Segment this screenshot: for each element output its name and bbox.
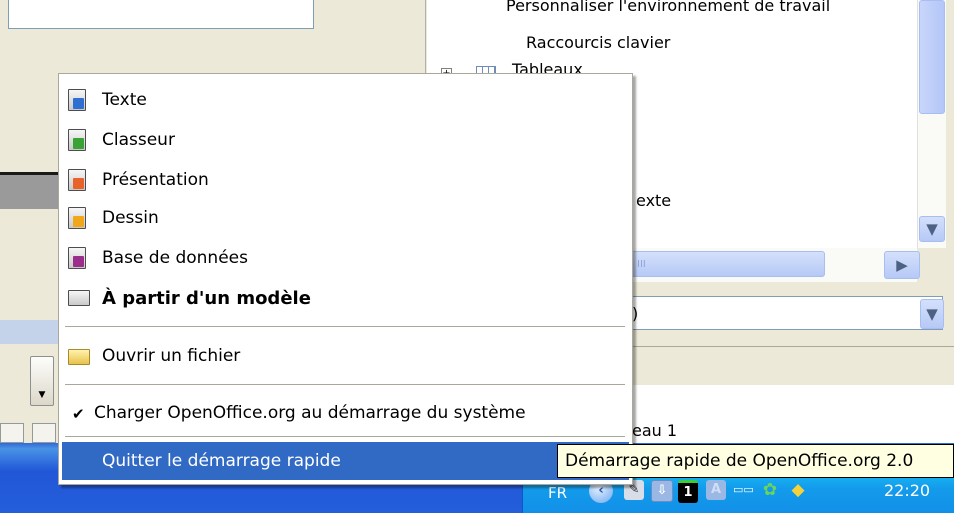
horizontal-scroll-thumb[interactable]: III bbox=[630, 251, 825, 277]
menu-item-database[interactable]: Base de données bbox=[62, 239, 629, 277]
tree-item[interactable]: Raccourcis clavier bbox=[526, 33, 670, 52]
menu-item-label: Quitter le démarrage rapide bbox=[102, 451, 341, 471]
connection-icon[interactable]: ✿ bbox=[760, 480, 780, 500]
menu-item-label: Dessin bbox=[102, 208, 159, 228]
menu-item-label: Présentation bbox=[102, 170, 209, 190]
menu-separator bbox=[65, 384, 625, 385]
menu-item-label: Charger OpenOffice.org au démarrage du s… bbox=[94, 403, 526, 423]
menu-item-open-file[interactable]: Ouvrir un fichier bbox=[62, 337, 629, 375]
left-tab-strip bbox=[0, 423, 62, 443]
impress-icon bbox=[68, 169, 86, 191]
menu-item-label: Classeur bbox=[102, 130, 175, 150]
checkmark-icon: ✔ bbox=[72, 405, 85, 423]
tree-item[interactable]: Personnaliser l'environnement de travail bbox=[506, 0, 830, 15]
menu-item-label: Ouvrir un fichier bbox=[102, 346, 241, 366]
left-tab[interactable] bbox=[0, 423, 24, 443]
folder-open-icon bbox=[68, 349, 90, 365]
network-icon[interactable]: ▭▭ bbox=[733, 480, 754, 500]
left-text-area[interactable] bbox=[8, 0, 314, 29]
menu-item-from-template[interactable]: À partir d'un modèle bbox=[62, 279, 629, 317]
tree-item[interactable]: exte bbox=[636, 191, 671, 210]
menu-item-presentation[interactable]: Présentation bbox=[62, 161, 629, 199]
tooltip-text: Démarrage rapide de OpenOffice.org 2.0 bbox=[565, 451, 914, 471]
download-icon[interactable]: ⇩ bbox=[651, 480, 673, 502]
template-icon bbox=[68, 290, 90, 306]
tray-tooltip: Démarrage rapide de OpenOffice.org 2.0 bbox=[557, 444, 954, 478]
scroll-right-button[interactable]: ▶ bbox=[884, 251, 920, 279]
keyboard-icon[interactable]: A bbox=[706, 480, 726, 500]
draw-icon bbox=[68, 207, 86, 229]
menu-item-label: Base de données bbox=[102, 248, 248, 268]
menu-item-label: Texte bbox=[102, 90, 147, 110]
menu-separator bbox=[65, 326, 625, 327]
menu-separator bbox=[65, 436, 625, 437]
writer-icon bbox=[68, 89, 86, 111]
combo-dropdown-button[interactable]: ▼ bbox=[920, 299, 944, 329]
left-panel-strip bbox=[0, 320, 60, 344]
menu-item-drawing[interactable]: Dessin bbox=[62, 199, 629, 237]
left-panel-bar bbox=[0, 172, 60, 209]
menu-item-exit-quickstart[interactable]: Quitter le démarrage rapide bbox=[62, 442, 629, 480]
clock[interactable]: 22:20 bbox=[884, 481, 930, 500]
base-icon bbox=[68, 247, 86, 269]
workspace-icon[interactable]: 1 bbox=[678, 480, 698, 503]
language-indicator[interactable]: FR bbox=[548, 484, 567, 502]
menu-item-text[interactable]: Texte bbox=[62, 81, 629, 119]
left-tab[interactable] bbox=[32, 423, 56, 443]
menu-item-label: À partir d'un modèle bbox=[102, 288, 311, 309]
menu-item-spreadsheet[interactable]: Classeur bbox=[62, 121, 629, 159]
bottom-tab-label: eau 1 bbox=[632, 421, 678, 440]
scroll-down-button[interactable]: ▼ bbox=[919, 216, 945, 242]
calc-icon bbox=[68, 129, 86, 151]
vertical-scroll-thumb[interactable] bbox=[919, 0, 945, 114]
security-icon[interactable]: ◆ bbox=[788, 480, 808, 500]
quickstart-context-menu: Texte Classeur Présentation Dessin Base … bbox=[58, 73, 633, 485]
menu-item-load-at-startup[interactable]: ✔ Charger OpenOffice.org au démarrage du… bbox=[62, 394, 629, 432]
left-dropdown-button[interactable]: ▼ bbox=[30, 356, 54, 406]
